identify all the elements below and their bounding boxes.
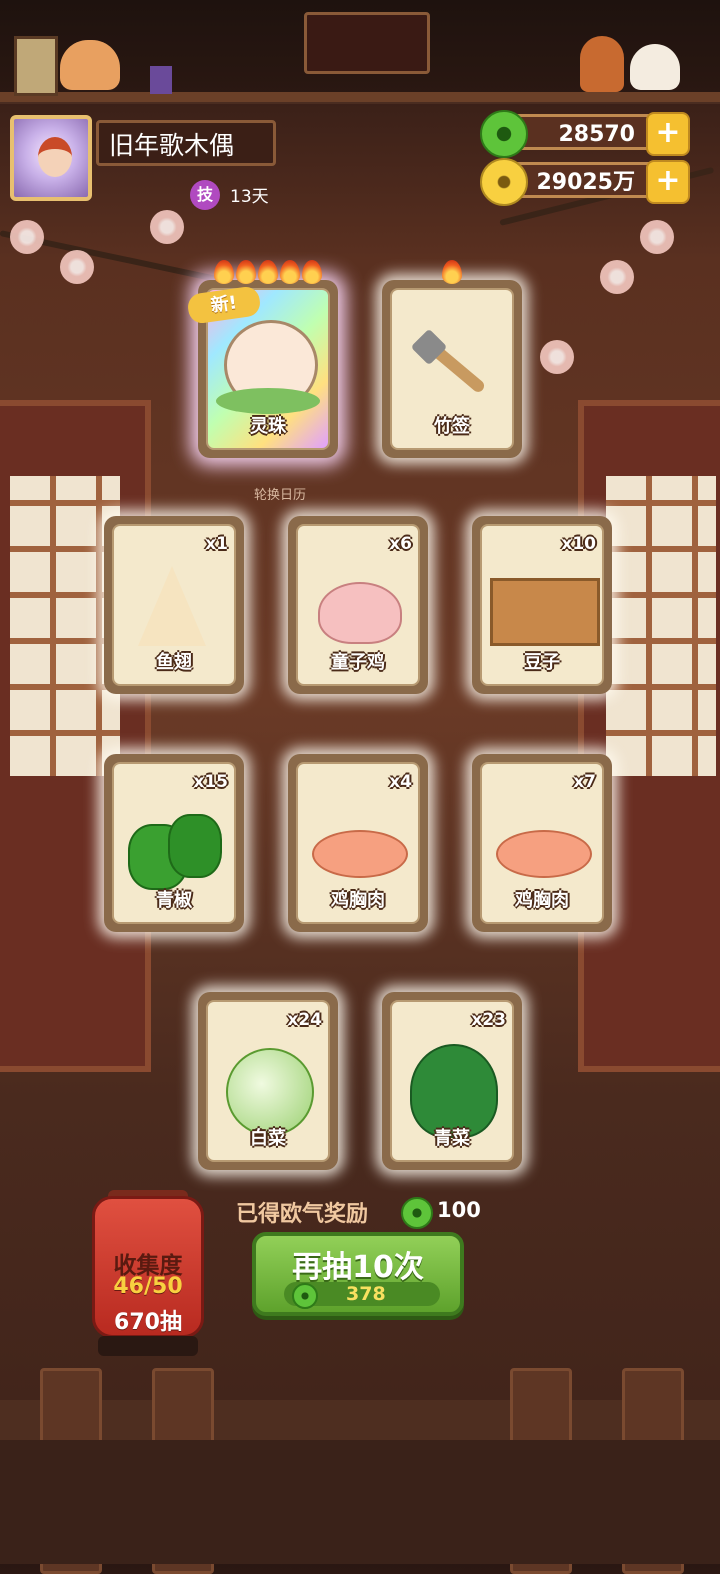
paw-scroll-icon [14, 36, 58, 96]
blossom-icon [60, 250, 94, 284]
card-name: 鸡胸肉 [515, 890, 569, 911]
jade-coin-icon [401, 1197, 433, 1229]
floor [0, 1440, 720, 1564]
shelf-edge [0, 92, 720, 102]
card-count: x1 [205, 534, 228, 554]
rarity-flames [198, 260, 338, 290]
card-baicai[interactable]: x24 白菜 [198, 992, 338, 1170]
card-count: x6 [389, 534, 412, 554]
cat-decoration-icon [60, 40, 120, 90]
gold-coin-icon [480, 158, 528, 206]
window-panel-right [578, 400, 720, 1072]
card-qingcai[interactable]: x23 青菜 [382, 992, 522, 1170]
card-douzi[interactable]: x10 豆子 [472, 516, 612, 694]
add-coins-button[interactable]: + [646, 160, 690, 204]
character-figure-icon [580, 36, 624, 92]
cup-icon [150, 66, 172, 94]
card-name: 青椒 [156, 890, 192, 911]
chicken-breast-icon [312, 830, 408, 878]
rarity-flames [382, 260, 522, 290]
chicken-icon [318, 582, 402, 644]
card-name: 豆子 [524, 652, 560, 673]
railing [0, 1400, 720, 1440]
jade-coin-icon [480, 110, 528, 158]
card-qingjiao[interactable]: x15 青椒 [104, 754, 244, 932]
cabbage-icon [226, 1048, 314, 1136]
white-cat-icon [630, 44, 680, 90]
chicken-breast-icon [496, 830, 592, 878]
card-name: 童子鸡 [331, 652, 385, 673]
shark-fin-icon [138, 566, 206, 646]
skill-days: 13天 [230, 187, 269, 207]
draw-again-button[interactable]: 再抽10次 378 [252, 1232, 464, 1316]
card-count: x15 [193, 772, 228, 792]
window-panel-left [0, 400, 151, 1072]
reward-label: 已得欧气奖励 [236, 1202, 369, 1227]
card-name: 竹签 [434, 416, 470, 437]
card-yuchi[interactable]: x1 鱼翅 [104, 516, 244, 694]
reward-value: 100 [437, 1198, 481, 1222]
green-pepper-icon [168, 814, 222, 878]
card-count: x24 [287, 1010, 322, 1030]
skill-badge-icon: 技 [190, 180, 220, 210]
card-name: 白菜 [250, 1128, 286, 1149]
blossom-icon [150, 210, 184, 244]
card-chicken-breast[interactable]: x7 鸡胸肉 [472, 754, 612, 932]
bean-box-icon [490, 578, 600, 646]
avatar-face-icon [38, 137, 72, 177]
card-name: 青菜 [434, 1128, 470, 1149]
draw-button-label: 再抽10次 [292, 1250, 424, 1285]
card-name: 鱼翅 [156, 652, 192, 673]
player-name: 旧年歌木偶 [96, 120, 276, 166]
card-lingzhu[interactable]: 灵珠 新! [186, 260, 338, 458]
blossom-icon [10, 220, 44, 254]
card-chicken-breast[interactable]: x4 鸡胸肉 [288, 754, 428, 932]
add-jade-button[interactable]: + [646, 112, 690, 156]
rotation-calendar-label[interactable]: 轮换日历 [254, 484, 306, 503]
blossom-icon [600, 260, 634, 294]
jade-coin-icon [292, 1283, 318, 1309]
card-zhuqian[interactable]: 竹签 [382, 260, 522, 458]
hanging-scroll [304, 12, 430, 74]
collection-progress: 46/50 [113, 1274, 183, 1299]
collection-draws: 670抽 [114, 1310, 182, 1335]
blossom-icon [640, 220, 674, 254]
card-count: x4 [389, 772, 412, 792]
leaf-icon [216, 388, 320, 414]
draw-cost: 378 [346, 1283, 386, 1305]
lantern-stand [98, 1336, 198, 1356]
player-avatar[interactable] [10, 115, 92, 201]
card-name: 灵珠 [250, 416, 286, 437]
card-count: x23 [471, 1010, 506, 1030]
blossom-icon [540, 340, 574, 374]
card-name: 鸡胸肉 [331, 890, 385, 911]
card-count: x7 [573, 772, 596, 792]
card-count: x10 [561, 534, 596, 554]
card-tongzi-chicken[interactable]: x6 童子鸡 [288, 516, 428, 694]
